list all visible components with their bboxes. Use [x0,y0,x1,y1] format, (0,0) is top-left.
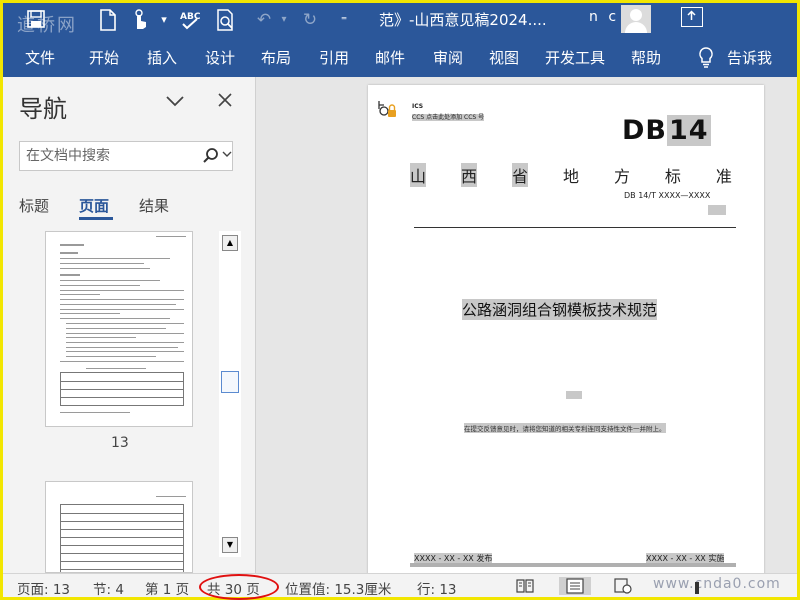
page-number-label: 13 [111,435,129,451]
customize-quick-access-icon[interactable]: ⁼ [333,9,355,31]
search-input[interactable] [26,146,186,166]
status-page[interactable]: 页面: 13 [17,578,70,598]
search-options-dropdown[interactable] [222,148,232,161]
header-rule [414,227,736,228]
title-bar: 道桥网 ▾ ABC ↶ ▾ ↻ ⁼ 范》-山西意见稿2024.... n c [3,3,797,37]
footer-rule [410,563,736,567]
tab-references[interactable]: 引用 [319,47,349,68]
lightbulb-icon[interactable] [697,46,715,68]
active-tab-indicator [79,217,113,220]
zoom-slider-handle[interactable] [695,582,699,594]
web-layout-icon[interactable] [613,577,633,595]
save-icon[interactable] [25,9,47,31]
ccs-code: CCS 点击此处添加 CCS 号 [412,114,485,121]
read-mode-icon[interactable] [515,577,535,595]
spellcheck-icon[interactable]: ABC [179,9,201,31]
ics-code: ICS [412,103,424,110]
tell-me-button[interactable]: 告诉我 [727,47,772,68]
tab-developer[interactable]: 开发工具 [545,47,605,68]
close-icon[interactable] [217,89,233,114]
tab-review[interactable]: 审阅 [433,47,463,68]
status-line[interactable]: 行: 13 [417,578,457,598]
document-title: 范》-山西意见稿2024.... [379,11,547,29]
search-box[interactable] [19,141,233,171]
new-document-icon[interactable] [97,9,119,31]
standard-number: DB 14/T XXXX—XXXX [624,191,711,200]
ribbon-display-options-icon[interactable] [681,7,703,27]
scrollbar-thumb[interactable] [221,371,239,393]
standard-title: 公路涵洞组合钢模板技术规范 [462,299,658,320]
placeholder-field[interactable] [708,205,726,215]
lock-icon [376,99,396,121]
patent-note: 在提交反馈意见时，请将您知道的相关专利连同支持性文件一并附上。 [464,423,666,433]
undo-icon[interactable]: ↶ [253,9,275,31]
svg-text:ABC: ABC [180,12,201,22]
navigation-title: 导航 [19,95,67,123]
tab-design[interactable]: 设计 [205,47,235,68]
document-area[interactable]: ICS CCS 点击此处添加 CCS 号 DB14 山 西 省 地 方 标 准 … [255,77,797,573]
placeholder-field[interactable] [566,391,582,399]
ribbon-tabs: 文件 开始 插入 设计 布局 引用 邮件 审阅 视图 开发工具 帮助 告诉我 [3,37,797,77]
page-thumbnail[interactable] [45,231,193,427]
search-icon[interactable] [202,147,220,165]
scroll-up-icon[interactable]: ▲ [222,235,238,251]
scroll-down-icon[interactable]: ▼ [222,537,238,553]
navigation-pane: 导航 标题 页面 结果 [3,77,255,573]
redo-icon[interactable]: ↻ [299,9,321,31]
print-preview-icon[interactable] [215,9,237,31]
tab-insert[interactable]: 插入 [147,47,177,68]
tab-help[interactable]: 帮助 [631,47,661,68]
page-thumbnail[interactable] [45,481,193,573]
status-bar: 页面: 13 节: 4 第 1 页 共 30 页 位置值: 15.3厘米 行: … [3,573,797,600]
db-mark: DB14 [622,115,711,146]
tab-file[interactable]: 文件 [25,47,55,68]
thumbnail-scrollbar[interactable]: ▲ ▼ [219,231,241,557]
avatar[interactable] [621,5,651,33]
status-section[interactable]: 节: 4 [93,578,124,598]
standard-type-heading: 山 西 省 地 方 标 准 [410,163,732,187]
touch-dropdown-icon[interactable]: ▾ [153,9,175,31]
tab-results[interactable]: 结果 [139,195,169,216]
tab-mailings[interactable]: 邮件 [375,47,405,68]
tab-home[interactable]: 开始 [89,47,119,68]
site-watermark: www.cnda0.com [653,576,781,592]
status-position[interactable]: 位置值: 15.3厘米 [285,578,391,598]
tab-view[interactable]: 视图 [489,47,519,68]
tab-layout[interactable]: 布局 [261,47,291,68]
highlight-circle [199,574,279,600]
print-layout-icon[interactable] [559,577,591,595]
tab-headings[interactable]: 标题 [19,195,49,216]
status-page-of[interactable]: 第 1 页 [145,578,189,598]
document-page[interactable]: ICS CCS 点击此处添加 CCS 号 DB14 山 西 省 地 方 标 准 … [368,85,764,573]
touch-mode-icon[interactable] [129,9,151,31]
chevron-down-icon[interactable] [165,89,185,113]
user-name[interactable]: n c [589,9,619,25]
undo-dropdown-icon[interactable]: ▾ [273,9,295,31]
tab-pages[interactable]: 页面 [79,195,109,216]
